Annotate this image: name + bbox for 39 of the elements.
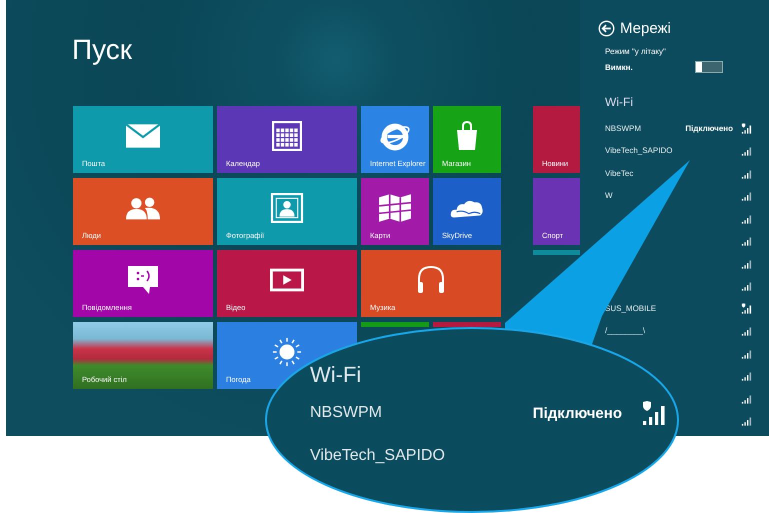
network-name[interactable]: /________\ [605, 326, 741, 336]
signal-icon [741, 235, 753, 246]
signal-icon [741, 415, 753, 426]
app-tile[interactable] [361, 322, 429, 327]
app-tile[interactable] [433, 322, 501, 327]
signal-icon [741, 348, 753, 359]
panel-title: Мережі [620, 20, 671, 37]
sun-icon [270, 336, 304, 366]
signal-icon [741, 258, 753, 269]
signal-icon [741, 392, 753, 404]
signal-icon [741, 325, 753, 336]
app-tile[interactable] [533, 250, 580, 255]
signal-icon [741, 190, 753, 202]
browser-icon [378, 120, 412, 150]
connection-status: Підключено [532, 404, 622, 422]
folded-map-icon [378, 192, 412, 222]
toggle-state-label: Вимкн. [605, 62, 633, 72]
wifi-heading: Wi-Fi [605, 95, 634, 111]
network-name[interactable]: VibeTec [605, 168, 741, 178]
network-name[interactable]: NBSWPM [605, 124, 686, 133]
network-name[interactable]: W [605, 191, 741, 200]
speech-bubble-icon [126, 264, 160, 294]
network-name: VibeTech_SAPIDO [310, 447, 445, 465]
network-name[interactable]: VibeTech_SAPIDO [605, 146, 741, 156]
network-name[interactable]: SUS_MOBILE [605, 304, 741, 313]
secured-signal-icon [741, 122, 753, 134]
airplane-mode-toggle[interactable] [695, 61, 723, 73]
calendar-icon [270, 120, 304, 150]
signal-icon [741, 168, 753, 179]
start-screen-title: Пуск [72, 33, 134, 67]
picture-frame-icon [270, 192, 304, 222]
network-name: NBSWPM [310, 404, 382, 422]
airplane-mode-label: Режим "у літаку" [605, 47, 667, 56]
connection-status: Підключено [685, 124, 733, 133]
signal-icon [741, 145, 753, 156]
signal-icon [741, 212, 753, 224]
signal-icon [741, 280, 753, 292]
secured-signal-icon [741, 302, 753, 314]
signal-icon [741, 370, 753, 382]
